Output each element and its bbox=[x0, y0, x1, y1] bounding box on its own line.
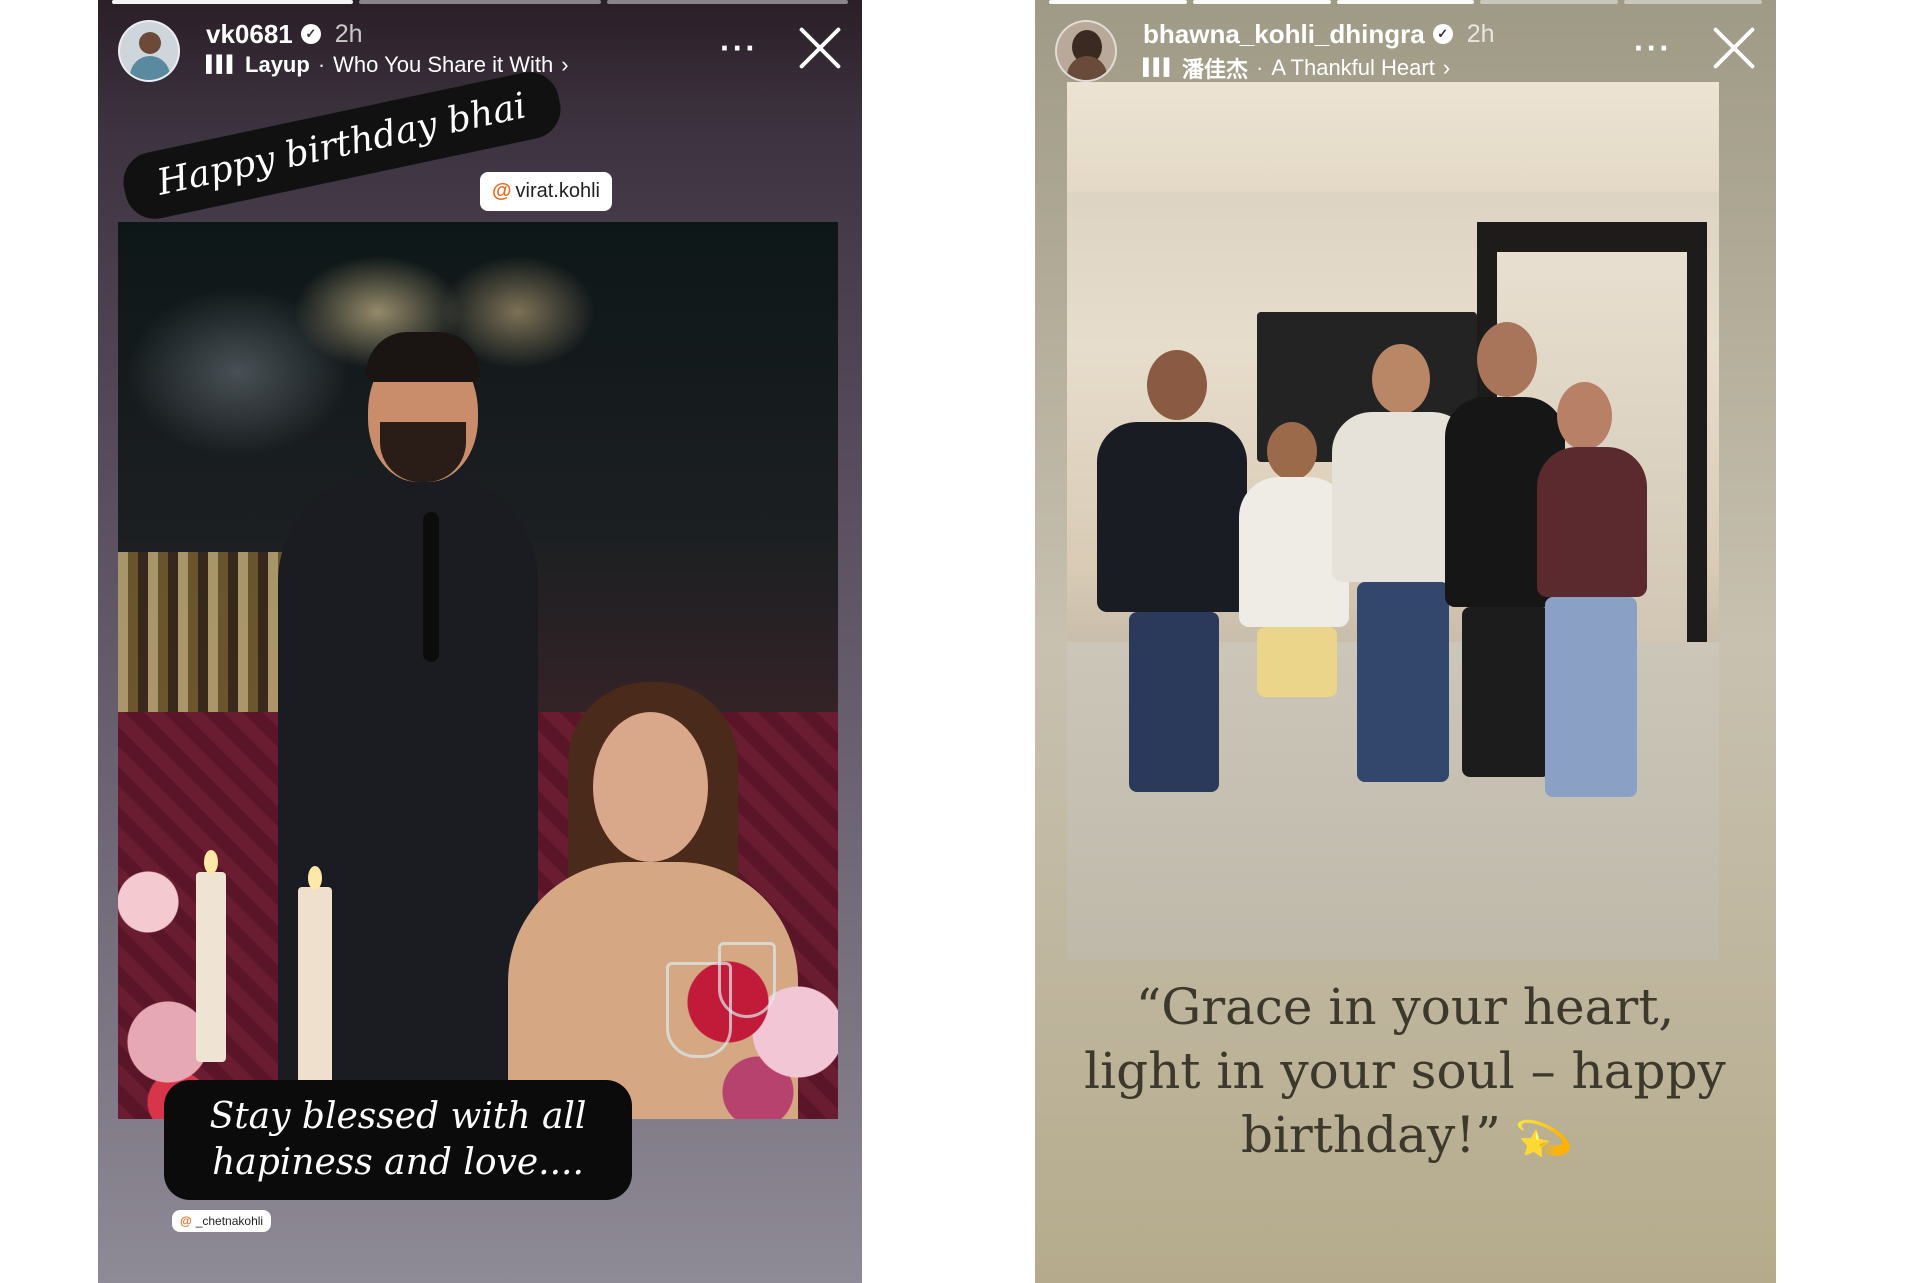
progress-segment bbox=[112, 0, 354, 4]
quote-text: “Grace in your heart, light in your soul… bbox=[1075, 975, 1735, 1170]
progress-segment bbox=[1480, 0, 1619, 4]
verified-badge-icon: ✓ bbox=[1432, 24, 1453, 44]
more-options-icon[interactable]: ··· bbox=[1634, 32, 1672, 64]
progress-segment bbox=[1049, 0, 1187, 4]
quote-body: “Grace in your heart, light in your soul… bbox=[1084, 978, 1726, 1164]
progress-segment bbox=[1624, 0, 1762, 4]
bar-bottles bbox=[118, 552, 298, 722]
story-photo bbox=[118, 222, 838, 1119]
progress-segment bbox=[1192, 0, 1331, 4]
music-bars-icon: ▌▌▌ bbox=[206, 56, 238, 73]
at-mention-icon: @ bbox=[180, 1214, 192, 1228]
username-row: bhawna_kohli_dhingra ✓ 2h bbox=[1143, 18, 1495, 50]
person-head bbox=[1372, 344, 1430, 414]
candle bbox=[298, 887, 332, 1107]
avatar-body bbox=[1067, 56, 1107, 80]
person-torso bbox=[1097, 422, 1247, 612]
person-head bbox=[1267, 422, 1317, 480]
chevron-right-icon: › bbox=[561, 52, 569, 77]
username-row: vk0681 ✓ 2h bbox=[206, 18, 363, 50]
username[interactable]: vk0681 bbox=[206, 19, 293, 50]
post-time: 2h bbox=[334, 19, 363, 48]
candle bbox=[196, 872, 226, 1062]
story-progress-bar bbox=[112, 0, 848, 4]
header-actions: ··· bbox=[720, 26, 842, 70]
story-photo bbox=[1067, 82, 1719, 960]
music-title: 潘佳杰 bbox=[1182, 57, 1249, 82]
verified-badge-icon: ✓ bbox=[300, 24, 321, 44]
story-progress-bar bbox=[1049, 0, 1762, 4]
text-sticker-bottom: Stay blessed with all hapiness and love.… bbox=[164, 1080, 632, 1200]
wine-glass bbox=[718, 942, 776, 1018]
candle-flame bbox=[204, 850, 218, 874]
post-time: 2h bbox=[1466, 19, 1495, 48]
dizzy-sparkle-icon: 💫 bbox=[1509, 1105, 1576, 1170]
avatar[interactable] bbox=[118, 20, 180, 82]
progress-segment bbox=[1336, 0, 1475, 4]
story-header: bhawna_kohli_dhingra ✓ 2h ▌▌▌ 潘佳杰 · A Th… bbox=[1055, 16, 1756, 86]
more-options-icon[interactable]: ··· bbox=[720, 32, 758, 64]
music-attribution[interactable]: ▌▌▌ 潘佳杰 · A Thankful Heart › bbox=[1143, 52, 1450, 84]
mention-sticker-bottom[interactable]: @ _chetnakohli bbox=[172, 1210, 272, 1232]
microphone bbox=[423, 512, 439, 662]
room-ceiling bbox=[1067, 82, 1719, 192]
progress-segment bbox=[606, 0, 848, 4]
person-head bbox=[1477, 322, 1537, 397]
music-title: Layup bbox=[245, 52, 310, 77]
person-head bbox=[1557, 382, 1612, 450]
story-header: vk0681 ✓ 2h ▌▌▌ Layup · Who You Share it… bbox=[118, 16, 842, 86]
music-separator: · bbox=[1256, 55, 1264, 80]
chevron-right-icon: › bbox=[1442, 55, 1451, 80]
at-mention-icon: @ bbox=[492, 180, 512, 202]
mention-handle: _chetnakohli bbox=[195, 1214, 264, 1228]
music-bars-icon: ▌▌▌ bbox=[1143, 59, 1175, 76]
avatar-head bbox=[139, 32, 161, 54]
person-legs bbox=[1462, 607, 1550, 777]
music-separator: · bbox=[317, 52, 326, 77]
close-icon[interactable] bbox=[1712, 26, 1756, 70]
person-head bbox=[1147, 350, 1207, 420]
avatar-body bbox=[130, 56, 170, 80]
person-legs bbox=[1545, 597, 1637, 797]
candle-flame bbox=[308, 866, 322, 890]
header-actions: ··· bbox=[1634, 26, 1756, 70]
mention-sticker-top[interactable]: @ virat.kohli bbox=[480, 172, 612, 211]
progress-segment bbox=[359, 0, 601, 4]
woman-face bbox=[593, 712, 708, 862]
man-hair bbox=[366, 332, 480, 382]
person-legs bbox=[1257, 627, 1337, 697]
person-legs bbox=[1357, 582, 1449, 782]
close-icon[interactable] bbox=[798, 26, 842, 70]
person-legs bbox=[1129, 612, 1219, 792]
username[interactable]: bhawna_kohli_dhingra bbox=[1143, 19, 1425, 50]
story-right[interactable]: bhawna_kohli_dhingra ✓ 2h ▌▌▌ 潘佳杰 · A Th… bbox=[1035, 0, 1776, 1283]
story-left[interactable]: vk0681 ✓ 2h ▌▌▌ Layup · Who You Share it… bbox=[98, 0, 862, 1283]
music-artist: A Thankful Heart bbox=[1271, 55, 1435, 80]
avatar[interactable] bbox=[1055, 20, 1117, 82]
person-torso bbox=[1537, 447, 1647, 597]
mention-handle: virat.kohli bbox=[515, 180, 600, 202]
